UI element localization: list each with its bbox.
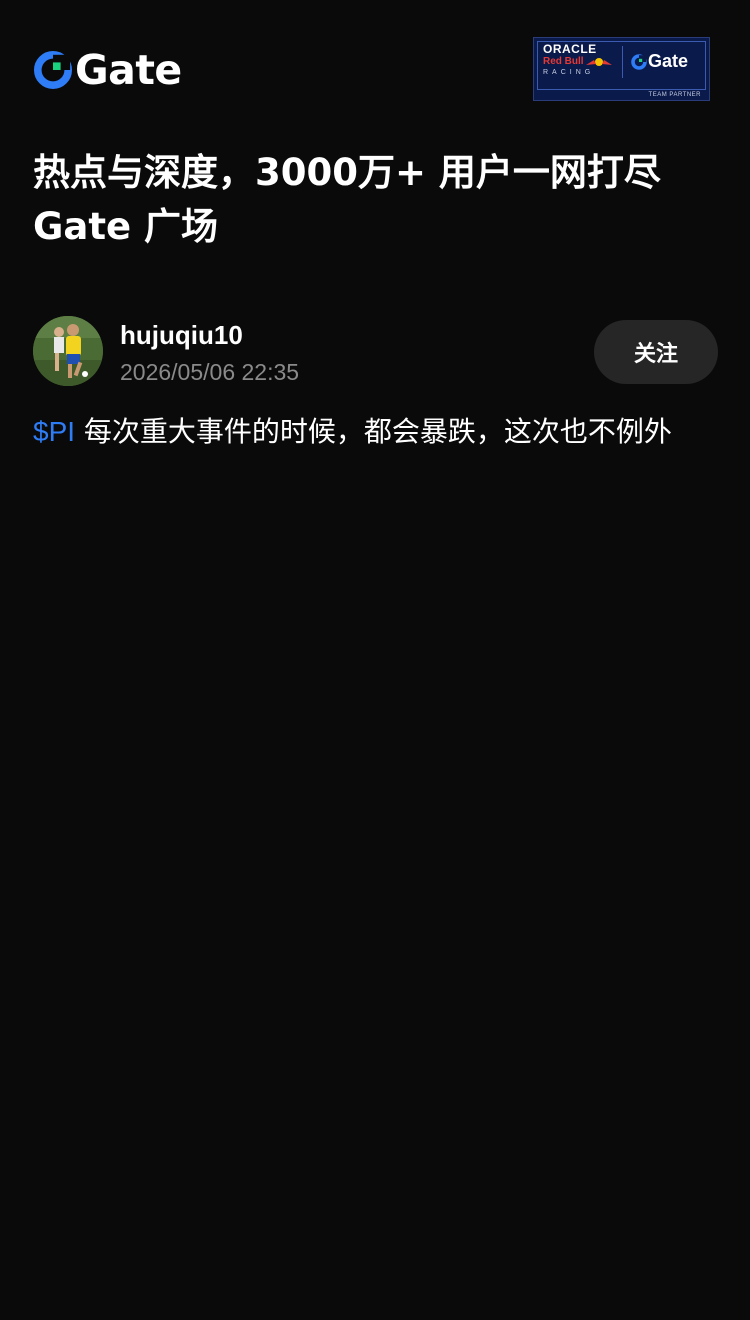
gate-logo-icon (631, 53, 647, 70)
post-text: 每次重大事件的时候，都会暴跌，这次也不例外 (75, 415, 672, 448)
ticker-link[interactable]: $PI (33, 416, 75, 447)
headline-line-2: Gate 广场 (33, 205, 218, 248)
app-header: Gate ORACLE Red Bull RACING Gate TEAM PA… (0, 0, 750, 140)
team-partner-badge[interactable]: ORACLE Red Bull RACING Gate TEAM PARTNER (533, 37, 710, 101)
badge-divider (622, 46, 623, 78)
gate-logo-icon (34, 51, 72, 89)
post-timestamp: 2026/05/06 22:35 (120, 359, 300, 385)
racing-text: RACING (543, 69, 595, 76)
badge-gate-logo: Gate (631, 51, 688, 72)
red-bull-logo-text: Red Bull (543, 56, 584, 67)
post-author-row: hujuqiu10 2026/05/06 22:35 关注 (33, 316, 718, 388)
oracle-logo-text: ORACLE (543, 42, 597, 56)
logo-text: Gate (75, 46, 182, 94)
team-partner-text: TEAM PARTNER (648, 92, 701, 98)
follow-button[interactable]: 关注 (594, 320, 718, 384)
author-name[interactable]: hujuqiu10 (120, 318, 243, 352)
gate-logo[interactable]: Gate (34, 48, 182, 92)
page-headline: 热点与深度，3000万+ 用户一网打尽 Gate 广场 (33, 146, 723, 254)
user-avatar-image (33, 316, 103, 386)
post-content: $PI 每次重大事件的时候，都会暴跌，这次也不例外 (33, 410, 723, 454)
headline-line-1: 热点与深度，3000万+ 用户一网打尽 (33, 151, 661, 194)
avatar[interactable] (33, 316, 103, 386)
badge-gate-text: Gate (648, 51, 689, 71)
red-bull-icon (586, 58, 612, 66)
